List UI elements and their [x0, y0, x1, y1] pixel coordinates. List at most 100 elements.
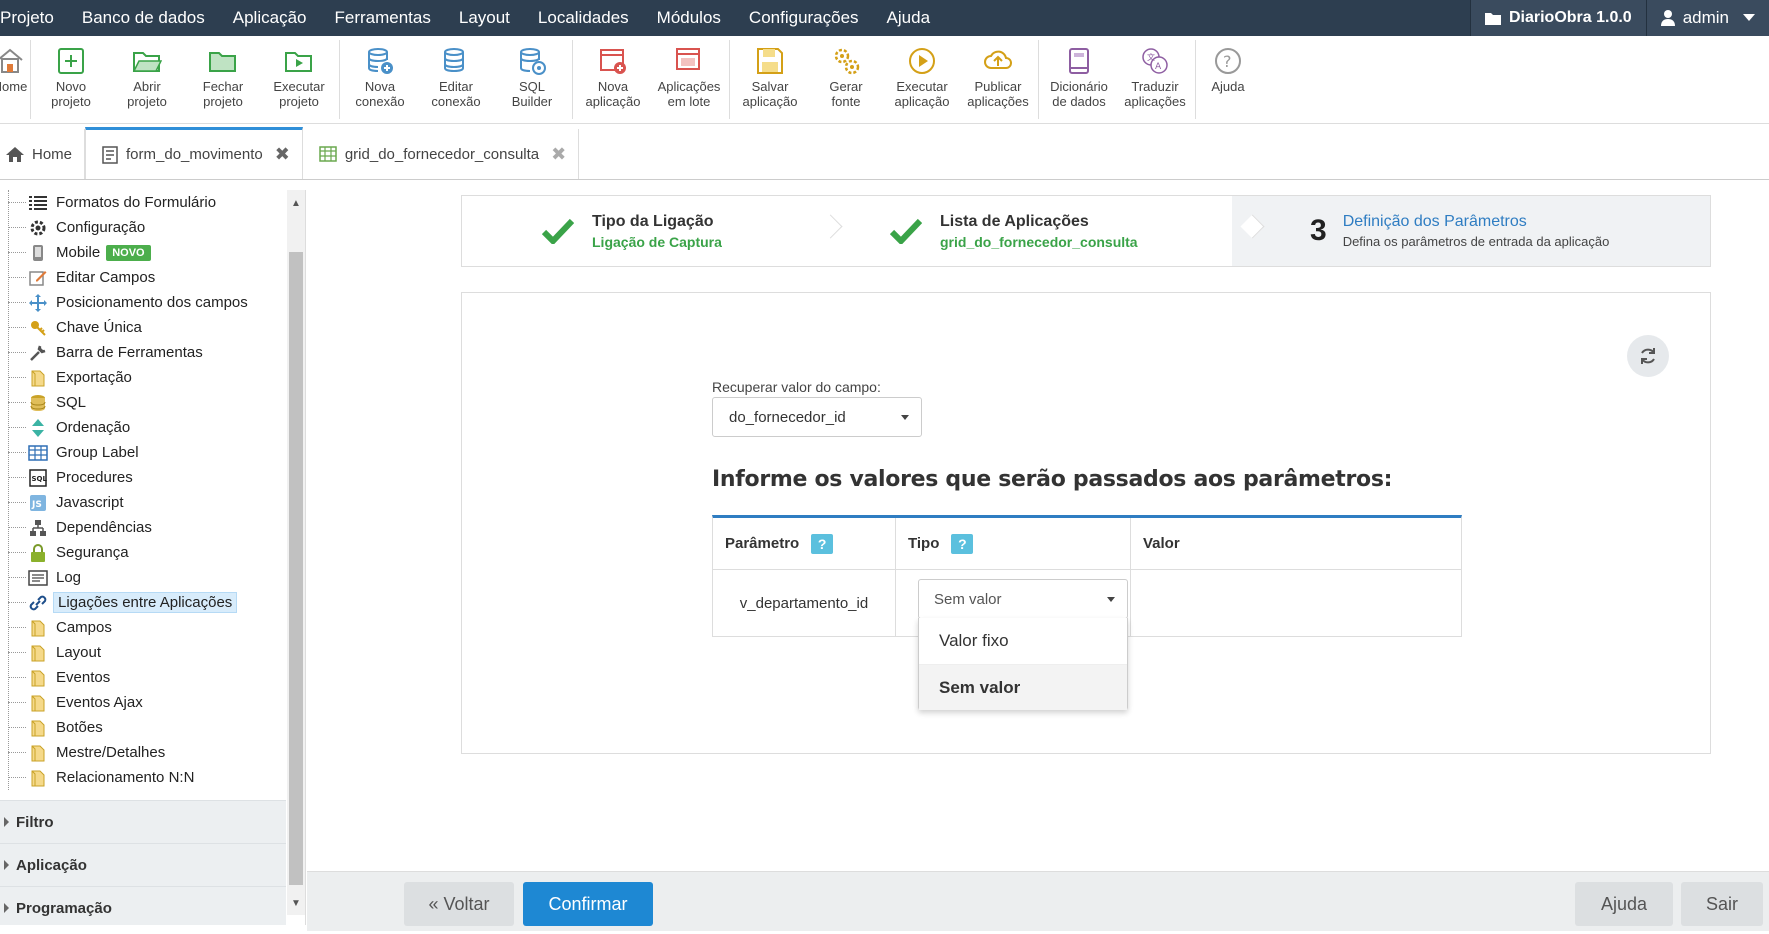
project-name: DiarioObra 1.0.0 — [1508, 9, 1632, 26]
traduzir-aplicacoes-button[interactable]: 文A Traduzir aplicações — [1117, 36, 1193, 124]
folder-icon — [28, 693, 48, 713]
main-menu: Projeto Banco de dados Aplicação Ferrame… — [0, 0, 944, 36]
menu-localidades[interactable]: Localidades — [524, 0, 643, 36]
menu-banco-de-dados[interactable]: Banco de dados — [68, 0, 219, 36]
publicar-aplicacoes-button[interactable]: Publicar aplicações — [960, 36, 1036, 124]
menu-layout[interactable]: Layout — [445, 0, 524, 36]
toolbar-label: Abrir — [133, 79, 161, 94]
confirmar-button[interactable]: Confirmar — [523, 882, 653, 926]
option-valor-fixo[interactable]: Valor fixo — [919, 618, 1127, 664]
bottom-bar: « Voltar Confirmar Ajuda Sair — [307, 871, 1769, 931]
help-icon[interactable]: ? — [811, 533, 834, 554]
tab-home[interactable]: Home — [0, 129, 86, 179]
toolbar-label: em lote — [667, 94, 711, 109]
abrir-projeto-button[interactable]: Abrir projeto — [109, 36, 185, 124]
menu-configuracoes[interactable]: Configurações — [735, 0, 873, 36]
folder-icon — [28, 718, 48, 738]
toolbar-label: conexão — [355, 94, 405, 109]
accordion-aplicacao[interactable]: Aplicação — [0, 843, 286, 886]
step-definicao-parametros[interactable]: 3 Definição dos Parâmetros Defina os par… — [1232, 196, 1710, 266]
list-icon — [28, 193, 48, 213]
sql-builder-button[interactable]: SQL Builder — [494, 36, 570, 124]
scrollbar-thumb[interactable] — [289, 252, 303, 885]
aplicacoes-em-lote-button[interactable]: Aplicações em lote — [651, 36, 727, 124]
tree-item-layout[interactable]: Layout — [0, 640, 286, 665]
tree-item-sql[interactable]: SQL — [0, 390, 286, 415]
option-sem-valor[interactable]: Sem valor — [919, 664, 1127, 710]
tree-item-mobile[interactable]: Mobile NOVO — [0, 240, 286, 265]
executar-aplicacao-button[interactable]: Executar aplicação — [884, 36, 960, 124]
sidebar-scrollbar[interactable]: ▲ ▼ — [287, 190, 305, 915]
menu-modulos[interactable]: Módulos — [643, 0, 735, 36]
menu-aplicacao[interactable]: Aplicação — [219, 0, 321, 36]
refresh-button[interactable] — [1627, 335, 1669, 377]
accordion-programacao[interactable]: Programação — [0, 886, 286, 925]
folder-icon — [28, 643, 48, 663]
play-circle-icon — [909, 48, 935, 74]
accordion-filtro[interactable]: Filtro — [0, 800, 286, 843]
nova-aplicacao-button[interactable]: Nova aplicação — [575, 36, 651, 124]
menu-projeto[interactable]: Projeto — [0, 0, 68, 36]
editar-conexao-button[interactable]: Editar conexão — [418, 36, 494, 124]
tree-item-eventos[interactable]: Eventos — [0, 665, 286, 690]
hierarchy-icon — [28, 518, 48, 538]
toolbar-label: Traduzir — [1131, 79, 1179, 94]
step-tipo-ligacao[interactable]: Tipo da Ligação Ligação de Captura — [462, 196, 810, 266]
tree-item-mestre-detalhes[interactable]: Mestre/Detalhes — [0, 740, 286, 765]
fechar-projeto-button[interactable]: Fechar projeto — [185, 36, 261, 124]
nova-conexao-button[interactable]: Nova conexão — [342, 36, 418, 124]
toolbar-label: projeto — [127, 94, 167, 109]
tree-item-exportacao[interactable]: Exportação — [0, 365, 286, 390]
recuperar-select[interactable]: do_fornecedor_id — [712, 397, 922, 437]
tree-item-botoes[interactable]: Botões — [0, 715, 286, 740]
tree-item-campos[interactable]: Campos — [0, 615, 286, 640]
dicionario-de-dados-button[interactable]: Dicionário de dados — [1041, 36, 1117, 124]
salvar-aplicacao-button[interactable]: Salvar aplicação — [732, 36, 808, 124]
close-tab-icon[interactable]: ✖ — [275, 144, 290, 165]
sair-button[interactable]: Sair — [1681, 882, 1763, 926]
tree-item-javascript[interactable]: JS Javascript — [0, 490, 286, 515]
help-icon[interactable]: ? — [951, 533, 974, 554]
tree-item-group-label[interactable]: Group Label — [0, 440, 286, 465]
tree-item-dependencias[interactable]: Dependências — [0, 515, 286, 540]
tree-item-seguranca[interactable]: Segurança — [0, 540, 286, 565]
svg-text:文: 文 — [1147, 52, 1155, 62]
tree-item-configuracao[interactable]: Configuração — [0, 215, 286, 240]
close-tab-icon[interactable]: ✖ — [551, 144, 566, 165]
scroll-down-icon[interactable]: ▼ — [291, 898, 301, 909]
table-icon — [28, 443, 48, 463]
scroll-up-icon[interactable]: ▲ — [291, 198, 301, 209]
toolbar-label: projeto — [51, 94, 91, 109]
user-menu[interactable]: admin — [1645, 0, 1769, 36]
tree-item-ligacoes[interactable]: Ligações entre Aplicações — [0, 590, 286, 615]
gerar-fonte-button[interactable]: Gerar fonte — [808, 36, 884, 124]
header-valor: Valor — [1131, 518, 1461, 569]
lock-icon — [28, 543, 48, 563]
tree-item-procedures[interactable]: SQL Procedures — [0, 465, 286, 490]
step-lista-aplicacoes[interactable]: Lista de Aplicações grid_do_fornecedor_c… — [810, 196, 1232, 266]
project-selector[interactable]: DiarioObra 1.0.0 — [1469, 0, 1646, 36]
tree-item-posicionamento[interactable]: Posicionamento dos campos — [0, 290, 286, 315]
toolbar-label: Executar — [896, 79, 948, 94]
home-button[interactable]: Home — [0, 36, 28, 124]
tree-item-relacionamento[interactable]: Relacionamento N:N — [0, 765, 286, 790]
tipo-select[interactable]: Sem valor — [918, 579, 1128, 619]
novo-projeto-button[interactable]: Novo projeto — [33, 36, 109, 124]
folder-icon — [28, 743, 48, 763]
ajuda-toolbar-button[interactable]: ? Ajuda — [1198, 36, 1258, 124]
tab-form-do-movimento[interactable]: form_do_movimento ✖ — [85, 127, 303, 179]
tree-item-barra-ferramentas[interactable]: Barra de Ferramentas — [0, 340, 286, 365]
tree-item-eventos-ajax[interactable]: Eventos Ajax — [0, 690, 286, 715]
tree-item-formatos[interactable]: Formatos do Formulário — [0, 190, 286, 215]
executar-projeto-button[interactable]: Executar projeto — [261, 36, 337, 124]
tree-item-log[interactable]: Log — [0, 565, 286, 590]
tree-item-editar-campos[interactable]: Editar Campos — [0, 265, 286, 290]
tree-item-chave-unica[interactable]: Chave Única — [0, 315, 286, 340]
folder-icon — [1484, 13, 1501, 25]
voltar-button[interactable]: « Voltar — [404, 882, 514, 926]
ajuda-button[interactable]: Ajuda — [1575, 882, 1673, 926]
menu-ajuda[interactable]: Ajuda — [873, 0, 944, 36]
tab-grid-do-fornecedor-consulta[interactable]: grid_do_fornecedor_consulta ✖ — [303, 129, 580, 179]
menu-ferramentas[interactable]: Ferramentas — [320, 0, 444, 36]
tree-item-ordenacao[interactable]: Ordenação — [0, 415, 286, 440]
